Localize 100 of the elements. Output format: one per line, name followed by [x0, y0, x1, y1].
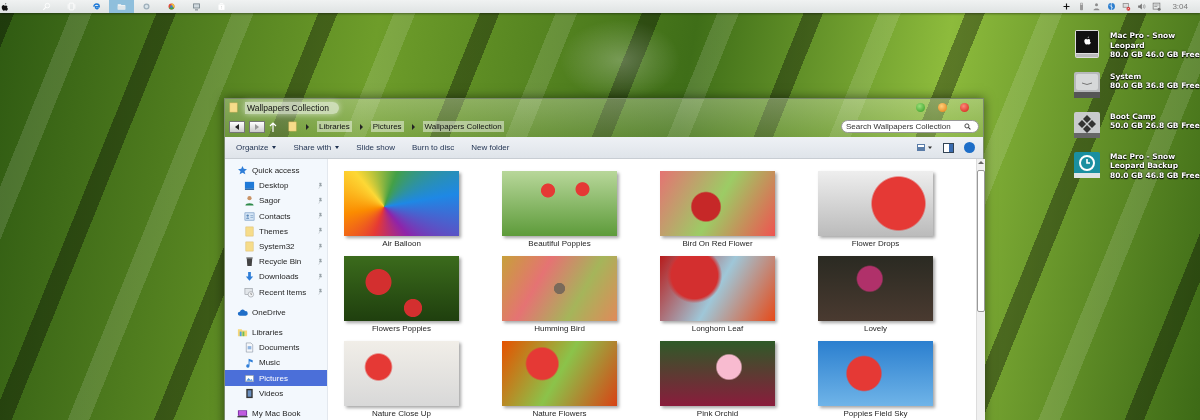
nav-item[interactable]: Quick access [225, 163, 327, 179]
folder-icon [287, 121, 298, 132]
nav-item[interactable]: Libraries [225, 324, 327, 341]
file-name: Air Balloon [382, 239, 421, 248]
download-arrow-icon [244, 271, 255, 283]
nav-item[interactable]: Themes [225, 223, 327, 239]
nav-item[interactable]: Sagor [225, 193, 327, 209]
folder-icon [117, 2, 126, 11]
nav-item[interactable]: Videos [225, 385, 327, 401]
up-arrow-icon[interactable] [269, 121, 277, 132]
file-name: Bird On Red Flower [682, 239, 753, 248]
pin-icon[interactable] [316, 288, 324, 297]
back-button[interactable] [229, 120, 245, 133]
nav-item[interactable]: Documents [225, 340, 327, 356]
trash-bin-icon [244, 256, 255, 268]
speaker-icon [1137, 2, 1147, 11]
folder-icon [228, 102, 239, 113]
file-name: Longhorn Leaf [691, 324, 744, 333]
picture-icon [244, 372, 255, 384]
close-button[interactable] [960, 103, 969, 112]
chevron-icon [411, 123, 415, 130]
window-icon [67, 2, 76, 11]
breadcrumb-link[interactable]: Pictures [370, 121, 404, 132]
pin-icon[interactable] [316, 257, 324, 266]
desktop-icon [244, 180, 255, 192]
file-name: Lovely [863, 324, 888, 333]
file-name: Nature Close Up [371, 409, 432, 418]
monitor-icon [192, 2, 201, 11]
apple-icon [0, 2, 9, 11]
nav-item[interactable]: Desktop [225, 178, 327, 194]
star-icon [237, 165, 248, 177]
nav-item[interactable]: Recycle Bin [225, 254, 327, 270]
toolbar-button[interactable]: New folder [464, 141, 517, 154]
browser-icon [92, 2, 101, 11]
toolbar-button[interactable]: Share with [286, 141, 347, 154]
computer-icon [237, 407, 248, 419]
pin-icon[interactable] [316, 272, 324, 281]
hard-drive-icon[interactable] [1072, 109, 1102, 140]
plus-icon [1062, 2, 1072, 11]
notifications-icon [1152, 2, 1162, 11]
photo-placeholder[interactable] [344, 341, 459, 406]
forward-button[interactable] [249, 120, 265, 133]
preview-pane-icon[interactable] [943, 142, 954, 153]
music-note-icon [244, 357, 255, 369]
taskbar-button[interactable] [0, 0, 10, 13]
folder-icon [244, 241, 255, 253]
search-icon [964, 123, 971, 130]
toolbar-button[interactable]: Organize [229, 141, 284, 154]
nav-item[interactable]: Contacts [225, 208, 327, 224]
file-name: Flower Drops [851, 239, 900, 248]
maximize-button[interactable] [916, 103, 925, 112]
nav-item[interactable]: Music [225, 355, 327, 371]
breadcrumb-link[interactable]: Wallpapers Collection [422, 121, 504, 132]
time-machine-drive-icon[interactable] [1072, 149, 1102, 180]
hard-drive-icon[interactable] [1072, 29, 1102, 59]
file-name: Humming Bird [534, 324, 585, 333]
file-name: Beautiful Poppies [528, 239, 591, 248]
file-name: Poppies Field Sky [843, 409, 908, 418]
photo-placeholder[interactable] [344, 171, 459, 236]
pin-icon[interactable] [316, 242, 324, 251]
pin-icon[interactable] [316, 212, 324, 221]
shopping-bag-icon [217, 2, 226, 11]
nav-item[interactable]: OneDrive [225, 304, 327, 320]
photo-placeholder[interactable] [818, 171, 933, 236]
nav-item[interactable]: Recent Items [225, 284, 327, 300]
nav-item[interactable]: Downloads [225, 269, 327, 285]
pin-icon[interactable] [316, 227, 324, 236]
nav-item[interactable]: My Mac Book [225, 405, 327, 420]
search-icon [42, 2, 51, 11]
photo-placeholder[interactable] [502, 171, 617, 236]
chevron-icon [359, 123, 363, 130]
file-name: Flowers Poppies [371, 324, 432, 333]
document-icon [244, 342, 255, 354]
clock-time[interactable]: 3:04 [1164, 2, 1200, 11]
chevron-icon [306, 123, 309, 130]
film-icon [244, 387, 255, 399]
scrollbar[interactable] [976, 159, 985, 420]
pin-icon[interactable] [316, 181, 324, 190]
toolbar-button[interactable]: Burn to disc [404, 141, 462, 154]
library-folder-icon [237, 326, 248, 338]
nav-item[interactable]: Pictures [225, 370, 327, 386]
search-field[interactable]: Search Wallpapers Collection [841, 120, 979, 133]
person-icon [244, 195, 255, 207]
photo-placeholder[interactable] [660, 256, 775, 321]
file-name: Pink Orchid [696, 409, 739, 418]
color-wheel-icon [167, 2, 176, 11]
pin-icon[interactable] [316, 196, 324, 205]
photo-placeholder[interactable] [660, 171, 775, 236]
nav-item[interactable]: System32 [225, 238, 327, 255]
toolbar-button[interactable]: Slide show [349, 141, 402, 154]
breadcrumb-link[interactable]: Libraries [317, 121, 352, 132]
minimize-button[interactable] [938, 103, 947, 112]
view-options-icon[interactable] [917, 143, 933, 152]
window-title: Wallpapers Collection [245, 101, 339, 114]
person-icon [1092, 2, 1102, 11]
recent-items-icon [244, 286, 255, 298]
contact-card-icon [244, 210, 255, 222]
folder-icon [244, 225, 255, 237]
file-name: Nature Flowers [532, 409, 587, 418]
photo-placeholder[interactable] [660, 341, 775, 406]
